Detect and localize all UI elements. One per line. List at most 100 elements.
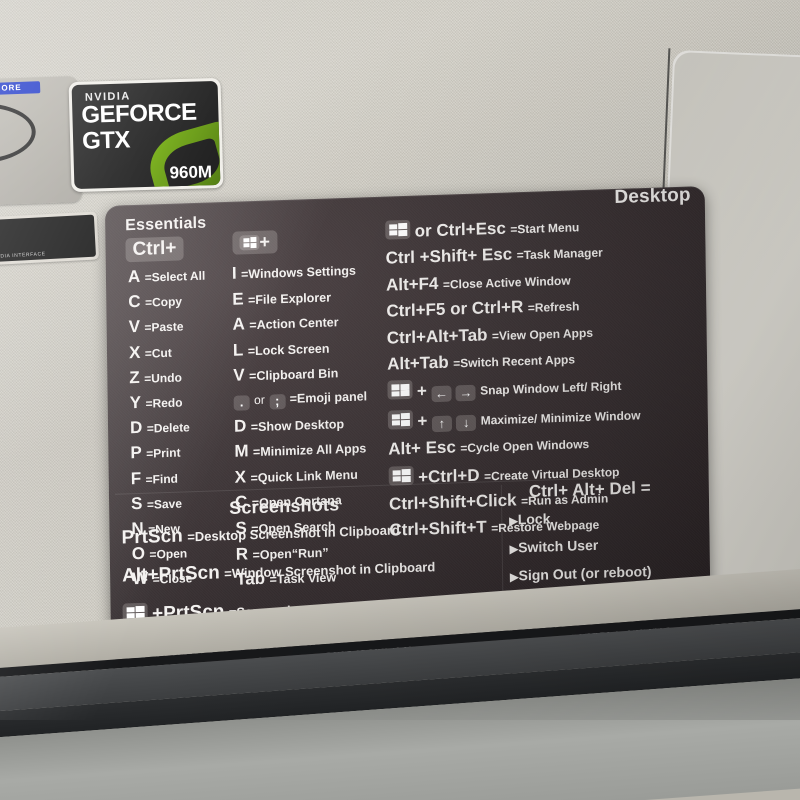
shortcut-key: X — [234, 467, 247, 487]
shortcut-row: X =Quick Link Menu — [235, 463, 369, 487]
ctrl-keycap: Ctrl+ — [125, 236, 184, 263]
shortcut-description: =Quick Link Menu — [250, 467, 358, 485]
shortcut-row: I =Windows Settings — [232, 259, 366, 283]
shortcut-row: Alt+PrtScn =Window Screenshot in Clipboa… — [122, 555, 443, 588]
shortcut-key: V — [233, 365, 245, 386]
shortcut-key: S — [130, 493, 143, 513]
shortcut-key: Y — [129, 392, 142, 413]
ctrl-alt-del-item: ▶Switch User — [510, 534, 670, 556]
windows-modifier-header: + — [232, 230, 278, 255]
shortcut-row: or Ctrl+Esc =Start Menu — [385, 212, 638, 242]
shortcut-row: C =Copy — [128, 290, 206, 313]
shortcut-description: Maximize/ Minimize Window — [480, 408, 641, 428]
intel-core-badge: CORE — [0, 81, 41, 96]
shortcut-row: + ↑ ↓ Maximize/ Minimize Window — [387, 402, 641, 433]
shortcut-key: Alt+PrtScn — [121, 562, 220, 587]
shortcut-key: A — [232, 314, 246, 334]
shortcut-row: Ctrl+F5 or Ctrl+R =Refresh — [386, 293, 639, 321]
arrow-key-a: ← — [431, 385, 452, 403]
shortcut-key: Ctrl+F5 or Ctrl+R — [386, 297, 524, 321]
shortcut-row: E =File Explorer — [232, 285, 366, 309]
shortcut-description: =Windows Settings — [240, 263, 356, 282]
shortcut-description: =Cut — [144, 345, 172, 361]
section-title-essentials: Essentials — [125, 214, 207, 235]
shortcut-description: =Save — [146, 496, 183, 512]
shortcut-key: +Ctrl+D — [418, 465, 480, 487]
period-keycap: . — [233, 394, 250, 411]
shortcut-description: =Find — [145, 471, 179, 487]
shortcut-description: =View Open Apps — [491, 325, 594, 343]
shortcut-key: Ctrl+Alt+Tab — [386, 324, 488, 348]
plus-sign: + — [416, 381, 428, 402]
shortcut-description: =Action Center — [249, 315, 339, 333]
shortcut-key: Alt+Tab — [387, 352, 449, 374]
shortcut-description: =Clipboard Bin — [249, 366, 339, 384]
shortcut-row: D =Show Desktop — [234, 412, 368, 436]
shortcut-row: F =Find — [131, 466, 209, 489]
shortcut-key: C — [234, 492, 248, 513]
shortcut-description: =Paste — [144, 319, 184, 336]
shortcut-key: Ctrl +Shift+ Esc — [385, 244, 513, 269]
shortcut-key: E — [232, 288, 244, 309]
shortcut-description: =File Explorer — [247, 290, 332, 307]
shortcut-row: Z =Undo — [129, 365, 207, 388]
shortcut-key: Ctrl+Shift+Click — [388, 490, 517, 514]
shortcut-row: V =Clipboard Bin — [233, 362, 367, 386]
shortcut-key: V — [128, 317, 141, 337]
shortcut-row: L =Lock Screen — [233, 336, 367, 360]
intel-badge-text: CORE — [0, 82, 22, 93]
shortcut-row: P =Print — [130, 441, 208, 464]
windows-logo-icon — [388, 465, 414, 486]
ctrl-modifier-header: Ctrl+ — [125, 236, 184, 263]
shortcut-description: =Cycle Open Windows — [460, 437, 590, 456]
shortcut-key: Alt+F4 — [385, 273, 439, 295]
shortcut-row: Alt+Tab =Switch Recent Apps — [387, 346, 640, 374]
arrow-key-a: ↑ — [431, 415, 452, 432]
shortcut-description: =Desktop Screenshot in Clipboard — [187, 522, 401, 545]
shortcut-description: =Task Manager — [516, 245, 603, 263]
shortcut-key: M — [234, 441, 249, 461]
shortcut-key: A — [127, 266, 141, 287]
shortcut-description: =Switch Recent Apps — [453, 352, 576, 371]
shortcut-description: =Start Menu — [510, 220, 580, 237]
windows-logo-icon — [387, 380, 413, 401]
shortcut-key: PrtScn — [121, 525, 183, 549]
shortcut-description: =Lock Screen — [247, 341, 330, 359]
shortcut-row: . or ; =Emoji panel — [233, 387, 368, 411]
arrow-key-b: ↓ — [456, 414, 477, 432]
shortcut-description: =Show Desktop — [250, 416, 345, 434]
shortcut-description: =Window Screenshot in Clipboard — [224, 559, 436, 582]
arrow-key-b: → — [455, 385, 476, 402]
windows-logo-icon — [239, 234, 260, 251]
shortcut-row: A =Action Center — [232, 311, 366, 335]
intel-oval-logo — [0, 101, 37, 166]
shortcut-key: Alt+ Esc — [388, 437, 456, 459]
ctrl-alt-del-item: ▶Lock — [509, 506, 669, 527]
shortcut-row: D =Delete — [130, 416, 208, 439]
shortcut-row: + ← → Snap Window Left/ Right — [387, 373, 640, 404]
nvidia-geforce-gtx-sticker: NVIDIA GEFORCE GTX 960M — [68, 77, 224, 193]
shortcut-row: S =Save — [131, 491, 209, 514]
shortcut-key: Z — [129, 367, 140, 387]
ctrl-alt-del-title: Ctrl+ Alt+ Del = — [528, 477, 651, 502]
shortcut-row: V =Paste — [129, 315, 207, 338]
or-label: or — [254, 392, 265, 408]
shortcut-row: Alt+F4 =Close Active Window — [386, 267, 639, 295]
shortcut-description: =Select All — [144, 268, 206, 285]
shortcut-description: =Open Cortana — [251, 493, 342, 511]
nvidia-geforce-text: GEFORCE — [81, 98, 197, 129]
shortcut-key: C — [128, 291, 141, 312]
hdmi-subtitle: H MULTIMEDIA INTERFACE — [0, 251, 46, 261]
shortcut-description: =Refresh — [527, 299, 580, 316]
hdmi-logo-sticker: omi H MULTIMEDIA INTERFACE — [0, 211, 100, 267]
shortcut-description: =Print — [146, 445, 181, 462]
plus-sign: + — [417, 411, 428, 431]
shortcut-key: L — [232, 340, 244, 360]
windows-logo-icon — [387, 409, 414, 430]
shortcut-description: =Redo — [145, 395, 183, 411]
item-label: Lock — [517, 510, 551, 528]
shortcut-row: Alt+ Esc =Cycle Open Windows — [388, 431, 641, 459]
shortcut-row: M =Minimize All Apps — [234, 437, 368, 461]
semicolon-keycap: ; — [269, 393, 286, 410]
laptop-scene: CORE ntel side RE i7 NVIDIA GEFORCE GTX … — [0, 0, 800, 800]
